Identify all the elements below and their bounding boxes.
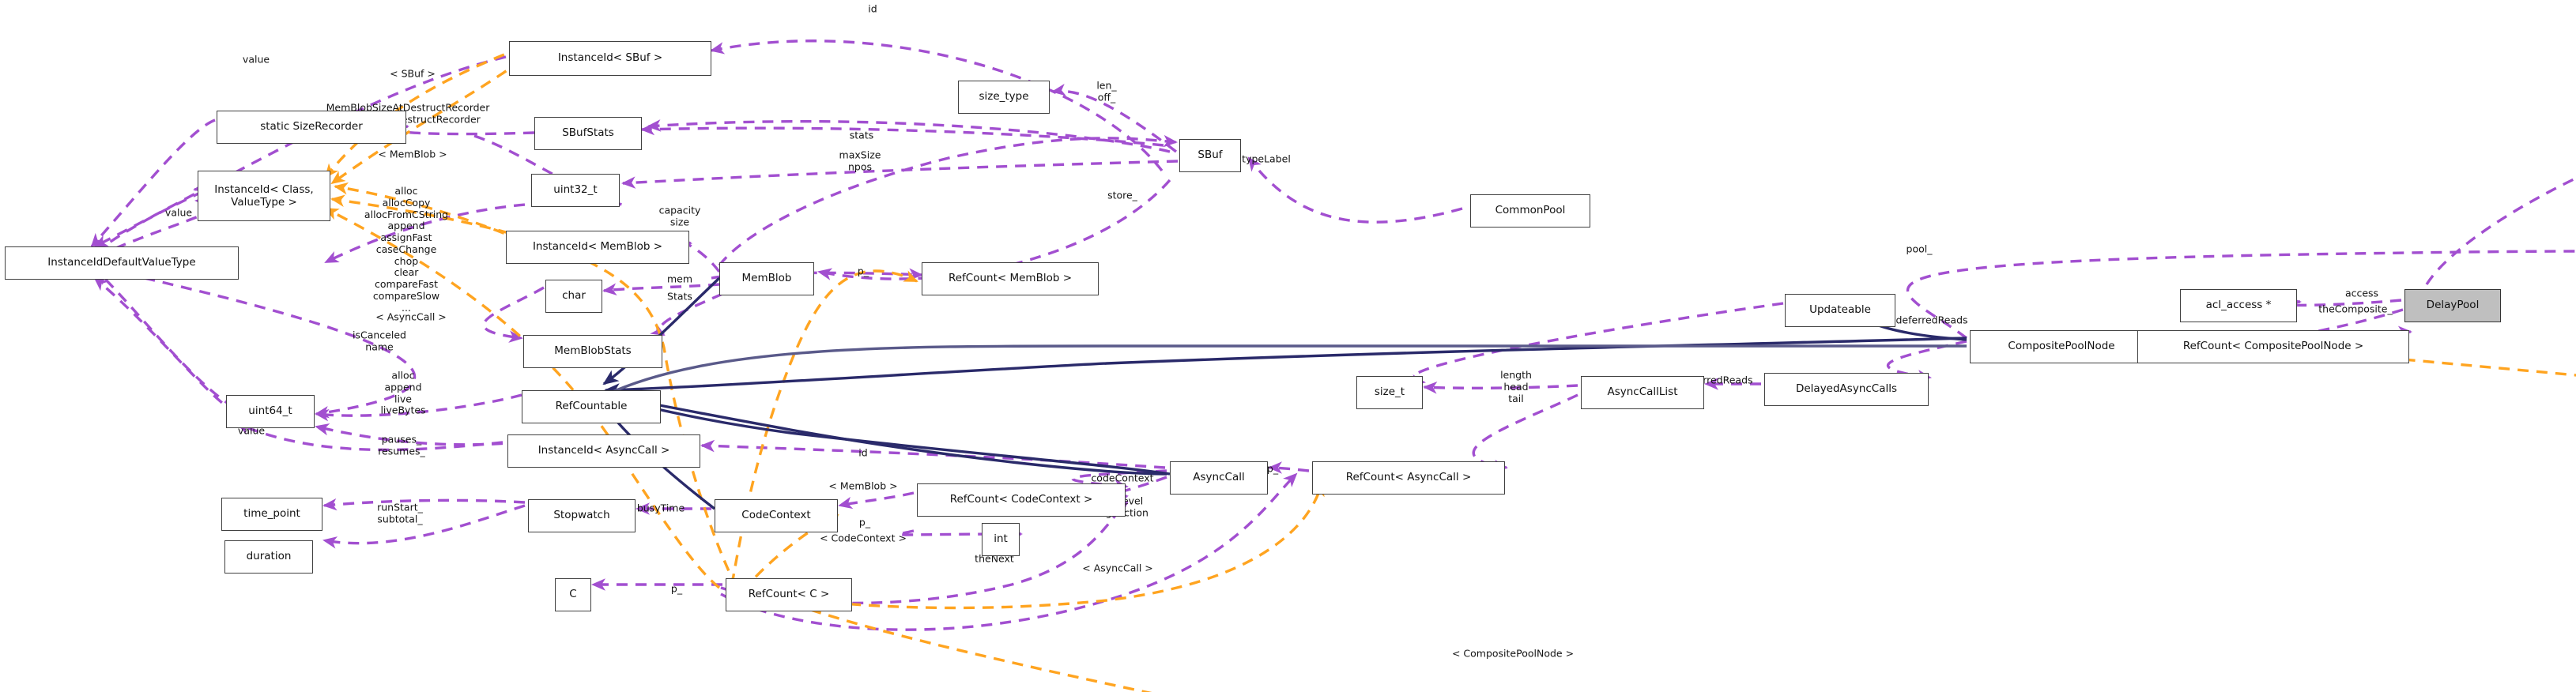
edge-label-typelabel: typeLabel xyxy=(1242,152,1291,165)
node-refcount-asynccall[interactable]: RefCount< AsyncCall > xyxy=(1312,461,1505,495)
node-uint64-t[interactable]: uint64_t xyxy=(226,395,315,428)
collaboration-diagram: InstanceId< SBuf > size_type static Size… xyxy=(0,0,2576,692)
node-instanceid-memblob[interactable]: InstanceId< MemBlob > xyxy=(506,231,689,264)
edge-label-stats-memblob: Stats xyxy=(667,290,692,303)
node-uint32-t[interactable]: uint32_t xyxy=(531,174,620,207)
edge-label-cpn-template: < CompositePoolNode > xyxy=(1451,647,1575,660)
node-refcount-codecontext[interactable]: RefCount< CodeContext > xyxy=(917,483,1126,517)
node-int[interactable]: int xyxy=(982,523,1020,556)
edge-label-id-top: id xyxy=(868,2,877,15)
node-sbufstats[interactable]: SBufStats xyxy=(534,117,642,150)
node-instanceiddefaultvaluetype[interactable]: InstanceIdDefaultValueType xyxy=(5,246,239,280)
node-delaypool[interactable]: DelayPool xyxy=(2404,289,2501,322)
node-c[interactable]: C xyxy=(555,578,591,611)
edge-label-id-asynccall: id xyxy=(858,446,868,459)
edge-label-sbuf-template: < SBuf > xyxy=(390,67,436,80)
edge-label-deferredreads-top: deferredReads xyxy=(1895,314,1968,326)
node-memblobstats[interactable]: MemBlobStats xyxy=(523,335,662,368)
edge-label-len-off: len_ off_ xyxy=(1096,79,1117,103)
node-updateable[interactable]: Updateable xyxy=(1785,294,1895,327)
edge-label-pauses-resumes: pauses_ resumes_ xyxy=(378,433,425,457)
edge-label-iscanceled-name: isCanceled name xyxy=(353,329,406,352)
node-acl-access[interactable]: acl_access * xyxy=(2180,289,2297,322)
node-static-sizerecorder[interactable]: static SizeRecorder xyxy=(217,111,406,144)
edge-label-asynccall-template-1: < AsyncCall > xyxy=(375,310,447,323)
edge-label-memblob-methods: alloc append live liveBytes xyxy=(380,369,426,416)
node-codecontext[interactable]: CodeContext xyxy=(715,499,838,532)
node-compositepoolnode[interactable]: CompositePoolNode xyxy=(1970,330,2153,363)
edge-label-length-head-tail: length head tail xyxy=(1500,368,1532,404)
edge-label-p-c: p_ xyxy=(670,582,683,595)
node-refcount-memblob[interactable]: RefCount< MemBlob > xyxy=(922,262,1099,295)
edge-label-p-memblob: p_ xyxy=(857,265,869,277)
node-asynccall[interactable]: AsyncCall xyxy=(1170,461,1268,495)
edge-label-access: access xyxy=(2344,287,2379,299)
node-commonpool[interactable]: CommonPool xyxy=(1470,194,1590,228)
edge-label-maxsize-npos: maxSize npos xyxy=(839,149,881,172)
node-stopwatch[interactable]: Stopwatch xyxy=(528,499,636,532)
node-refcountable[interactable]: RefCountable xyxy=(522,390,661,423)
node-size-type[interactable]: size_type xyxy=(958,81,1050,114)
edge-label-runstart-subtotal: runStart_ subtotal_ xyxy=(377,501,423,525)
edge-label-value-topleft: value xyxy=(242,53,270,66)
node-char[interactable]: char xyxy=(545,280,602,313)
node-duration[interactable]: duration xyxy=(224,540,313,574)
edge-label-asynccall-template-2: < AsyncCall > xyxy=(1082,562,1153,574)
edge-label-stats: stats xyxy=(849,129,874,141)
edge-label-p-codecontext: p_ xyxy=(858,516,871,528)
node-refcount-compositepoolnode[interactable]: RefCount< CompositePoolNode > xyxy=(2137,330,2409,363)
node-instanceid-class-valuetype[interactable]: InstanceId< Class, ValueType > xyxy=(198,171,330,221)
edge-label-sbuf-methods: alloc allocCopy allocFromCString append … xyxy=(364,184,449,314)
node-asynccalllist[interactable]: AsyncCallList xyxy=(1581,376,1704,409)
edge-label-mem: mem xyxy=(666,273,693,285)
edge-label-memblob-template-1: < MemBlob > xyxy=(378,148,447,160)
edge-label-busytime: busyTime xyxy=(636,502,685,514)
edge-label-pool: pool_ xyxy=(1906,243,1933,255)
node-time-point[interactable]: time_point xyxy=(221,498,322,531)
edge-label-value-left2: value xyxy=(164,206,193,219)
edge-label-store: store_ xyxy=(1107,189,1137,201)
edge-label-thecomposite: theComposite_ xyxy=(2318,303,2393,315)
edge-label-capacity-size: capacity size xyxy=(658,204,701,228)
node-sbuf[interactable]: SBuf xyxy=(1179,139,1241,172)
node-instanceid-sbuf[interactable]: InstanceId< SBuf > xyxy=(509,41,711,76)
node-refcount-c[interactable]: RefCount< C > xyxy=(726,578,852,611)
node-delayedasynccalls[interactable]: DelayedAsyncCalls xyxy=(1764,373,1929,406)
node-size-t[interactable]: size_t xyxy=(1356,376,1423,409)
edge-label-memblob-template-2: < MemBlob > xyxy=(828,480,898,492)
node-memblob[interactable]: MemBlob xyxy=(719,262,814,295)
edge-label-p-asynccall: p_ xyxy=(1266,462,1279,475)
node-instanceid-asynccall[interactable]: InstanceId< AsyncCall > xyxy=(507,434,700,468)
edge-label-codecontext-template: < CodeContext > xyxy=(820,532,907,544)
